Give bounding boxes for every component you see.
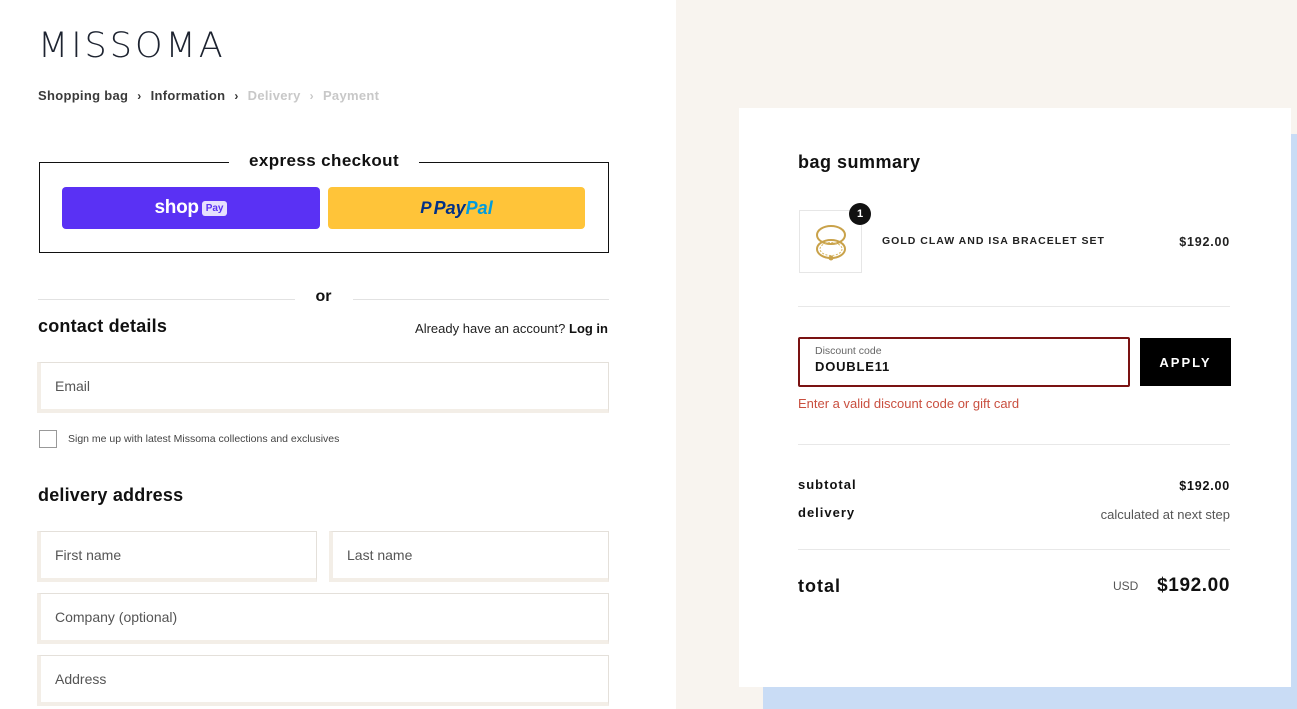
paypal-wordmark-pay: Pay bbox=[433, 197, 466, 218]
first-name-field[interactable]: First name bbox=[37, 531, 317, 582]
shop-pay-badge: Pay bbox=[201, 200, 228, 216]
breadcrumb-shopping-bag[interactable]: Shopping bag bbox=[38, 88, 128, 103]
login-link[interactable]: Log in bbox=[569, 321, 608, 336]
bag-summary-heading: bag summary bbox=[798, 152, 921, 172]
email-field[interactable]: Email bbox=[37, 362, 609, 413]
or-divider: or bbox=[38, 288, 609, 308]
newsletter-checkbox[interactable] bbox=[39, 430, 57, 448]
summary-divider bbox=[798, 306, 1230, 307]
paypal-button[interactable]: P Pay Pal bbox=[328, 187, 585, 229]
newsletter-label: Sign me up with latest Missoma collectio… bbox=[68, 433, 340, 445]
or-label: or bbox=[315, 288, 332, 305]
chevron-right-icon: › bbox=[309, 88, 314, 103]
breadcrumb-delivery: Delivery bbox=[247, 88, 301, 103]
address-field[interactable]: Address bbox=[37, 655, 609, 706]
last-name-field[interactable]: Last name bbox=[329, 531, 609, 582]
express-checkout-title: express checkout bbox=[228, 151, 420, 171]
divider-line bbox=[38, 299, 295, 300]
bag-summary-card: bag summary 1 GOLD CLAW AND ISA BRACELET… bbox=[739, 108, 1291, 687]
discount-code-field[interactable]: Discount code DOUBLE11 bbox=[798, 337, 1130, 387]
express-checkout-box: express checkout shop Pay P Pay Pal bbox=[39, 151, 609, 253]
shop-pay-button[interactable]: shop Pay bbox=[62, 187, 320, 229]
missoma-logo[interactable]: MISSOMA bbox=[38, 26, 226, 66]
item-price: $192.00 bbox=[1179, 235, 1230, 249]
divider-line bbox=[353, 299, 609, 300]
item-name: GOLD CLAW AND ISA BRACELET SET bbox=[882, 235, 1105, 247]
chevron-right-icon: › bbox=[137, 88, 142, 103]
total-value: $192.00 bbox=[1157, 575, 1230, 596]
paypal-wordmark-pal: Pal bbox=[465, 197, 493, 218]
company-field[interactable]: Company (optional) bbox=[37, 593, 609, 644]
subtotal-label: subtotal bbox=[798, 477, 857, 492]
shop-pay-wordmark: shop bbox=[154, 197, 199, 218]
quantity-badge: 1 bbox=[849, 203, 871, 225]
delivery-value: calculated at next step bbox=[1100, 507, 1230, 522]
delivery-label: delivery bbox=[798, 505, 856, 520]
newsletter-option: Sign me up with latest Missoma collectio… bbox=[39, 430, 339, 448]
account-prompt-text: Already have an account? bbox=[415, 321, 566, 336]
account-prompt: Already have an account? Log in bbox=[415, 321, 608, 336]
apply-button[interactable]: APPLY bbox=[1140, 338, 1231, 386]
discount-code-value: DOUBLE11 bbox=[815, 359, 891, 374]
summary-divider bbox=[798, 549, 1230, 550]
discount-error-message: Enter a valid discount code or gift card bbox=[798, 396, 1020, 411]
total-label: total bbox=[798, 576, 841, 596]
summary-divider bbox=[798, 444, 1230, 445]
breadcrumb: Shopping bag › Information › Delivery › … bbox=[38, 88, 379, 103]
breadcrumb-information: Information bbox=[150, 88, 226, 103]
subtotal-value: $192.00 bbox=[1179, 479, 1230, 493]
paypal-icon: P bbox=[420, 198, 432, 217]
chevron-right-icon: › bbox=[234, 88, 239, 103]
total-currency: USD bbox=[1113, 579, 1139, 593]
contact-details-heading: contact details bbox=[38, 316, 168, 336]
checkout-form-column: MISSOMA Shopping bag › Information › Del… bbox=[0, 0, 676, 709]
breadcrumb-payment: Payment bbox=[322, 88, 380, 103]
discount-code-label: Discount code bbox=[815, 345, 882, 357]
delivery-address-heading: delivery address bbox=[38, 485, 184, 505]
